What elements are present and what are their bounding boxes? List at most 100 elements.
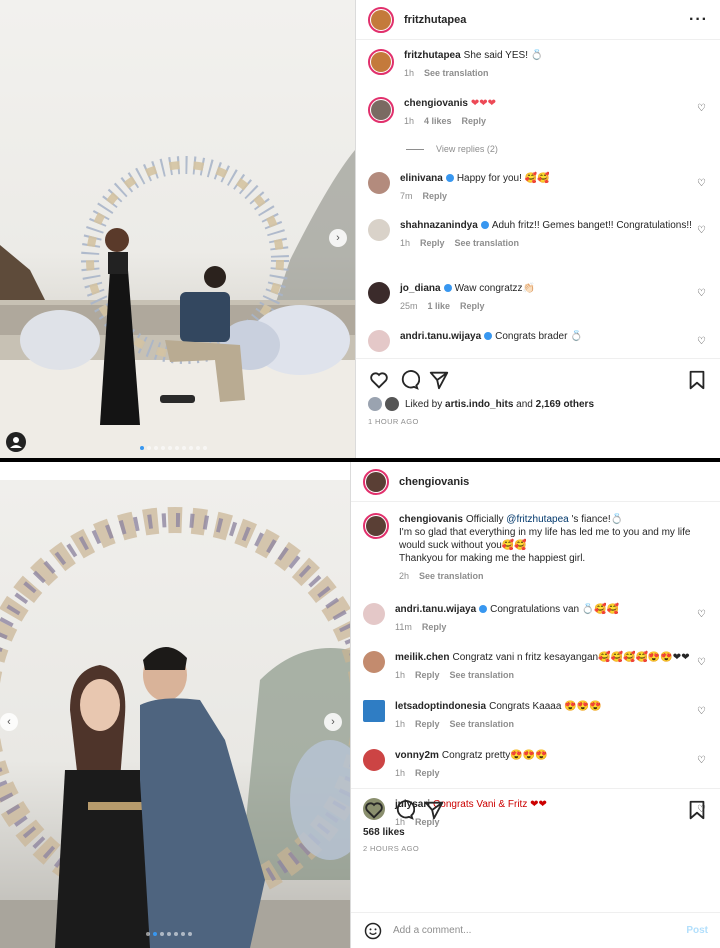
post-1-photo[interactable]: ›	[0, 0, 355, 458]
reply-button[interactable]: Reply	[422, 622, 447, 632]
comment-likes[interactable]: 4 likes	[424, 116, 452, 126]
post-1-panel: fritzhutapea ··· fritzhutapea She said YE…	[355, 0, 720, 458]
avatar[interactable]	[368, 172, 390, 194]
reply-button[interactable]: Reply	[462, 116, 487, 126]
avatar[interactable]	[363, 749, 385, 771]
tagged-user-icon[interactable]	[6, 432, 26, 452]
liked-by-user-link[interactable]: artis.indo_hits	[445, 399, 513, 410]
engagement-kiss-photo	[0, 507, 350, 948]
avatar[interactable]	[368, 397, 382, 411]
avatar[interactable]	[368, 282, 390, 304]
avatar[interactable]	[363, 513, 389, 539]
bookmark-icon[interactable]	[686, 369, 708, 391]
post-2-photo[interactable]: ‹ ›	[0, 480, 350, 948]
post-username[interactable]: fritzhutapea	[404, 14, 689, 26]
previous-photo-button[interactable]: ‹	[0, 713, 18, 731]
see-translation-link[interactable]: See translation	[424, 68, 489, 78]
post-1: › fritzhutapea ··· fritzhutapea She said …	[0, 0, 720, 458]
share-icon[interactable]	[428, 369, 450, 391]
avatar[interactable]	[363, 603, 385, 625]
view-replies[interactable]: View replies (2)	[406, 144, 498, 154]
comment-likes[interactable]: 1 like	[428, 301, 451, 311]
like-comment-icon[interactable]: ♡	[697, 657, 706, 668]
caption-text: 's fiance!💍	[571, 514, 624, 525]
like-comment-icon[interactable]: ♡	[697, 225, 706, 236]
like-comment-icon[interactable]: ♡	[697, 706, 706, 717]
comment-username[interactable]: meilik.chen	[395, 652, 449, 663]
avatar[interactable]	[368, 219, 390, 241]
next-photo-button[interactable]: ›	[329, 229, 347, 247]
reply-button[interactable]: Reply	[420, 238, 445, 248]
post-timestamp[interactable]: 1 HOUR AGO	[356, 411, 720, 432]
avatar[interactable]	[368, 97, 394, 123]
emoji-icon[interactable]	[363, 921, 383, 941]
more-options-icon[interactable]: ···	[689, 11, 708, 29]
likes-count[interactable]: 568 likes	[351, 827, 720, 838]
comment-username[interactable]: elinivana	[400, 173, 443, 184]
next-photo-button[interactable]: ›	[324, 713, 342, 731]
post-actions: Liked by artis.indo_hits and 2,169 other…	[356, 358, 720, 458]
comment-username[interactable]: chengiovanis	[399, 514, 463, 525]
share-icon[interactable]	[423, 799, 445, 821]
avatar[interactable]	[385, 397, 399, 411]
comments-list[interactable]: fritzhutapea She said YES! 💍 1h See transl…	[356, 41, 720, 357]
action-bar	[351, 789, 720, 827]
carousel-dot	[180, 932, 185, 936]
comment-username[interactable]: chengiovanis	[404, 98, 468, 109]
reply-button[interactable]: Reply	[415, 670, 440, 680]
like-comment-icon[interactable]: ♡	[697, 336, 706, 347]
see-translation-link[interactable]: See translation	[419, 571, 484, 581]
verified-icon	[445, 174, 454, 183]
comment-username[interactable]: andri.tanu.wijaya	[395, 604, 476, 615]
liked-by: Liked by artis.indo_hits and 2,169 other…	[356, 397, 720, 411]
see-translation-link[interactable]: See translation	[450, 719, 515, 729]
mention-link[interactable]: @fritzhutapea	[506, 514, 568, 525]
carousel-dot	[152, 932, 157, 936]
post-comment-button[interactable]: Post	[686, 925, 708, 936]
see-translation-link[interactable]: See translation	[450, 670, 515, 680]
comment-text: Happy for you! 🥰🥰	[456, 173, 550, 184]
comment-username[interactable]: letsadoptindonesia	[395, 701, 486, 712]
comment-username[interactable]: jo_diana	[400, 283, 441, 294]
comment-time: 11m	[395, 622, 412, 632]
reply-button[interactable]: Reply	[415, 719, 440, 729]
bookmark-icon[interactable]	[686, 799, 708, 821]
comment-icon[interactable]	[398, 369, 420, 391]
like-comment-icon[interactable]: ♡	[697, 103, 706, 114]
reply-button[interactable]: Reply	[423, 191, 448, 201]
post-timestamp[interactable]: 2 HOURS AGO	[351, 838, 720, 859]
comment-input[interactable]: Add a comment...	[393, 925, 686, 936]
divider	[406, 148, 424, 150]
carousel-dot	[153, 446, 158, 450]
like-icon[interactable]	[368, 369, 390, 391]
comment-username[interactable]: fritzhutapea	[404, 50, 461, 61]
carousel-dot	[202, 446, 207, 450]
liked-by-others-link[interactable]: 2,169 others	[536, 399, 594, 410]
like-icon[interactable]	[363, 799, 385, 821]
comment-text: Congratulations van 💍🥰🥰	[490, 604, 620, 615]
avatar[interactable]	[368, 49, 394, 75]
verified-icon	[484, 332, 493, 341]
comment-username[interactable]: vonny2m	[395, 750, 439, 761]
like-comment-icon[interactable]: ♡	[697, 178, 706, 189]
post-username[interactable]: chengiovanis	[399, 476, 708, 488]
like-comment-icon[interactable]: ♡	[697, 755, 706, 766]
comment-time: 7m	[400, 191, 413, 201]
comment-username[interactable]: shahnazanindya	[400, 220, 478, 231]
avatar[interactable]	[368, 330, 390, 352]
avatar[interactable]	[363, 468, 389, 495]
list-item: elinivana Happy for you! 🥰🥰 7m Reply ♡	[368, 172, 710, 203]
like-comment-icon[interactable]: ♡	[697, 288, 706, 299]
reply-button[interactable]: Reply	[460, 301, 485, 311]
carousel-dot	[159, 932, 164, 936]
reply-button[interactable]: Reply	[415, 768, 440, 778]
see-translation-link[interactable]: See translation	[455, 238, 520, 248]
like-comment-icon[interactable]: ♡	[697, 609, 706, 620]
comment-username[interactable]: andri.tanu.wijaya	[400, 331, 481, 342]
avatar[interactable]	[368, 6, 394, 33]
comment-icon[interactable]	[393, 799, 415, 821]
avatar[interactable]	[363, 700, 385, 722]
avatar[interactable]	[363, 651, 385, 673]
photo-top-margin	[0, 462, 350, 480]
verified-icon	[479, 605, 488, 614]
